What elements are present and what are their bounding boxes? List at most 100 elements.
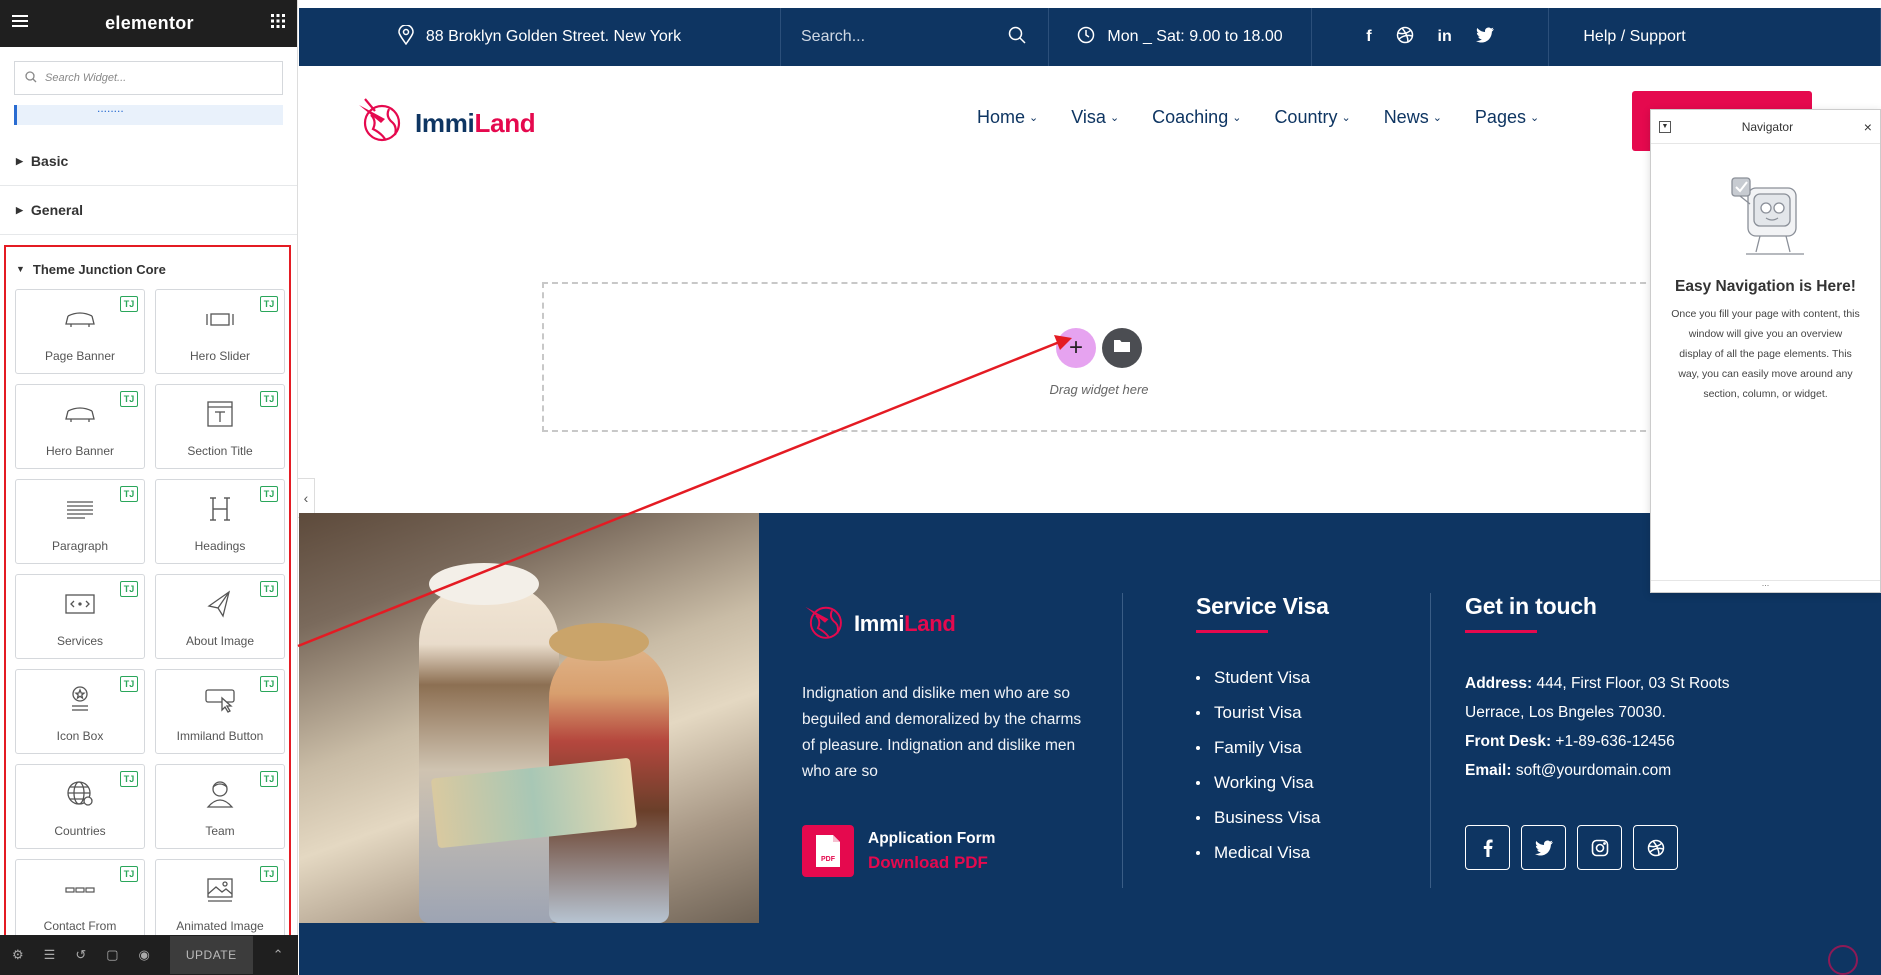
front-desk-value: +1-89-636-12456 bbox=[1551, 733, 1675, 750]
widget-label: Services bbox=[56, 634, 103, 648]
elementor-logo: elementor bbox=[105, 13, 194, 33]
chevron-down-icon: ⌄ bbox=[1529, 112, 1540, 124]
title-underline bbox=[1196, 630, 1268, 633]
facebook-icon[interactable] bbox=[1465, 825, 1510, 870]
caret-right-icon: ▶ bbox=[16, 155, 23, 166]
nav-home[interactable]: Home ⌄ bbox=[977, 107, 1038, 128]
twitter-icon[interactable] bbox=[1521, 825, 1566, 870]
contact-email: Email: soft@yourdomain.com bbox=[1465, 756, 1755, 785]
nav-news[interactable]: News ⌄ bbox=[1384, 107, 1442, 128]
add-template-button[interactable] bbox=[1102, 327, 1142, 368]
service-link[interactable]: Family Visa bbox=[1196, 738, 1329, 758]
widget-hero-banner[interactable]: TJ Hero Banner bbox=[15, 384, 145, 469]
nav-visa[interactable]: Visa ⌄ bbox=[1071, 107, 1119, 128]
category-general[interactable]: ▶ General bbox=[0, 186, 297, 235]
footer-divider bbox=[1122, 593, 1123, 888]
close-icon[interactable]: × bbox=[1864, 119, 1872, 135]
add-section-button[interactable]: + bbox=[1056, 327, 1096, 368]
widget-page-banner[interactable]: TJ Page Banner bbox=[15, 289, 145, 374]
layers-icon[interactable]: ☰ bbox=[44, 947, 56, 963]
chevron-down-icon: ⌄ bbox=[1341, 112, 1351, 124]
dribbble-icon[interactable] bbox=[1396, 26, 1414, 49]
preview-eye-icon[interactable]: ◉ bbox=[139, 947, 150, 963]
widget-countries[interactable]: TJ Countries bbox=[15, 764, 145, 849]
linkedin-icon[interactable]: in bbox=[1438, 28, 1452, 46]
widget-about-image[interactable]: TJ About Image bbox=[155, 574, 285, 659]
widget-team[interactable]: TJ Team bbox=[155, 764, 285, 849]
help-text: Help / Support bbox=[1583, 28, 1686, 45]
tj-badge: TJ bbox=[260, 771, 278, 787]
widget-section-title[interactable]: TJ Section Title bbox=[155, 384, 285, 469]
back-to-top-button[interactable] bbox=[1828, 945, 1858, 975]
caret-down-icon: ▼ bbox=[16, 264, 25, 274]
widget-hero-slider[interactable]: TJ Hero Slider bbox=[155, 289, 285, 374]
pointer-button-icon bbox=[203, 684, 237, 714]
folder-icon bbox=[1114, 339, 1130, 357]
topbar-hours: Mon _ Sat: 9.00 to 18.00 bbox=[1049, 8, 1312, 66]
footer-divider bbox=[1430, 593, 1431, 888]
twitter-icon[interactable] bbox=[1475, 26, 1494, 48]
widget-label: Headings bbox=[194, 539, 246, 553]
widget-label: Paragraph bbox=[51, 539, 109, 553]
pdf-file-icon: PDF bbox=[802, 825, 854, 877]
brand-name: ImmiLand bbox=[415, 108, 536, 139]
update-button[interactable]: UPDATE bbox=[169, 936, 253, 974]
email-value[interactable]: soft@yourdomain.com bbox=[1512, 762, 1671, 779]
form-icon bbox=[63, 874, 97, 904]
facebook-icon[interactable]: f bbox=[1366, 28, 1371, 46]
settings-icon[interactable]: ⚙ bbox=[12, 947, 24, 963]
service-link[interactable]: Working Visa bbox=[1196, 773, 1329, 793]
collapse-panel-button[interactable]: ‹ bbox=[298, 478, 315, 518]
nav-country[interactable]: Country ⌄ bbox=[1274, 107, 1350, 128]
widget-icon-box[interactable]: TJ Icon Box bbox=[15, 669, 145, 754]
nav-pages[interactable]: Pages ⌄ bbox=[1475, 107, 1539, 128]
widget-headings[interactable]: TJ Headings bbox=[155, 479, 285, 564]
hamburger-menu-icon[interactable] bbox=[12, 14, 28, 33]
widgets-grid-icon[interactable] bbox=[270, 14, 285, 33]
address-label: Address: bbox=[1465, 675, 1533, 692]
widget-animated-image[interactable]: TJ Animated Image bbox=[155, 859, 285, 944]
site-logo[interactable]: ImmiLand bbox=[355, 95, 536, 152]
photo-hat bbox=[429, 563, 539, 605]
history-icon[interactable]: ↺ bbox=[75, 947, 86, 963]
address-text: 88 Broklyn Golden Street. New York bbox=[425, 28, 682, 45]
widget-search-input[interactable]: Search Widget... bbox=[14, 61, 283, 95]
category-theme-junction-core[interactable]: ▼ Theme Junction Core bbox=[6, 255, 289, 283]
service-link[interactable]: Student Visa bbox=[1196, 668, 1329, 688]
footer-logo[interactable]: ImmiLand bbox=[802, 598, 1092, 649]
empty-section-dropzone[interactable]: + Drag widget here bbox=[542, 282, 1656, 432]
responsive-icon[interactable]: ▢ bbox=[106, 947, 118, 963]
panel-header: elementor bbox=[0, 0, 297, 47]
brand-part2: Land bbox=[904, 610, 956, 636]
widget-label: About Image bbox=[185, 634, 255, 648]
image-icon bbox=[203, 874, 237, 904]
instagram-icon[interactable] bbox=[1577, 825, 1622, 870]
service-link[interactable]: Medical Visa bbox=[1196, 843, 1329, 863]
widget-search-placeholder: Search Widget... bbox=[45, 72, 127, 84]
elementor-editor: elementor Search Widget... ▶ Basic ▶ Gen… bbox=[0, 0, 1881, 975]
navigator-resize-handle[interactable]: ... bbox=[1651, 579, 1880, 592]
tj-badge: TJ bbox=[260, 866, 278, 882]
tj-badge: TJ bbox=[260, 296, 278, 312]
widget-contact-from[interactable]: TJ Contact From bbox=[15, 859, 145, 944]
help-support-link[interactable]: Help / Support bbox=[1549, 8, 1881, 66]
topbar-search-input[interactable]: Search... bbox=[781, 8, 1049, 66]
chevron-up-icon[interactable]: ⌃ bbox=[273, 947, 284, 963]
widget-immiland-button[interactable]: TJ Immiland Button bbox=[155, 669, 285, 754]
nav-coaching[interactable]: Coaching ⌄ bbox=[1152, 107, 1241, 128]
search-icon[interactable] bbox=[1008, 26, 1026, 49]
download-pdf-link[interactable]: Download PDF bbox=[868, 853, 995, 873]
chevron-down-icon: ⌄ bbox=[1029, 112, 1039, 124]
service-link[interactable]: Business Visa bbox=[1196, 808, 1329, 828]
application-form-download[interactable]: PDF Application Form Download PDF bbox=[802, 825, 1092, 877]
dribbble-icon[interactable] bbox=[1633, 825, 1678, 870]
widget-paragraph[interactable]: TJ Paragraph bbox=[15, 479, 145, 564]
widget-services[interactable]: TJ Services bbox=[15, 574, 145, 659]
widget-panel: elementor Search Widget... ▶ Basic ▶ Gen… bbox=[0, 0, 298, 975]
collapse-toggle-icon[interactable]: ▼ bbox=[1659, 120, 1671, 133]
text-icon bbox=[203, 399, 237, 429]
plane-globe-logo-icon bbox=[355, 95, 407, 152]
category-basic[interactable]: ▶ Basic bbox=[0, 137, 297, 186]
pdf-badge-text: PDF bbox=[821, 856, 836, 863]
service-link[interactable]: Tourist Visa bbox=[1196, 703, 1329, 723]
